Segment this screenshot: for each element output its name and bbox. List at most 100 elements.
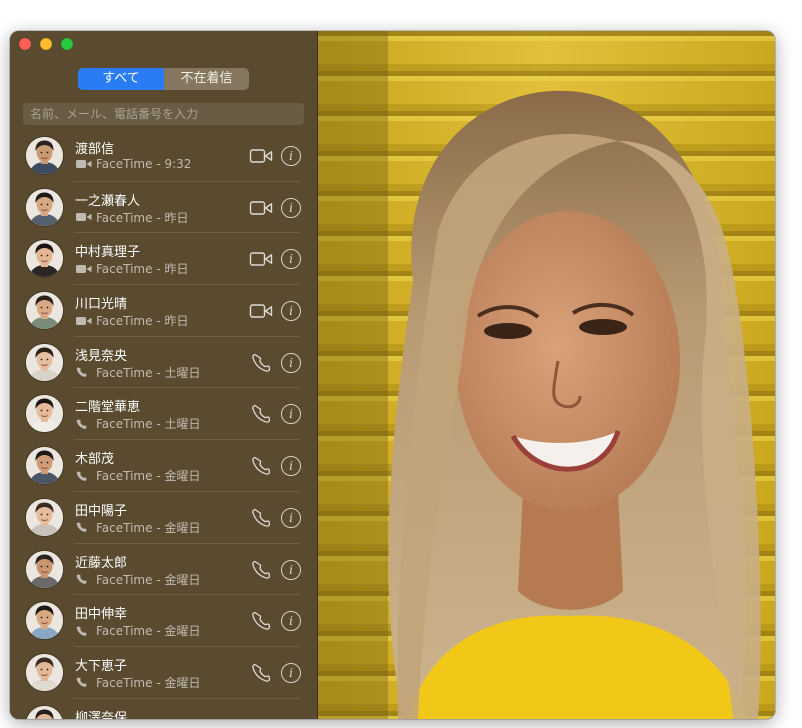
info-icon[interactable]: i [281, 301, 301, 322]
phone-icon [75, 470, 93, 482]
phone-call-icon[interactable] [249, 403, 273, 425]
info-icon[interactable]: i [281, 662, 301, 683]
contact-name: 中村真理子 [75, 245, 141, 261]
call-detail-text: FaceTime - 金曜日 [96, 675, 201, 690]
info-icon[interactable]: i [281, 404, 301, 425]
phone-icon [75, 573, 93, 585]
window-controls [19, 38, 82, 50]
call-row[interactable]: 柳澤奈保 [10, 699, 318, 719]
video-camera-icon [75, 315, 93, 327]
phone-icon [75, 676, 93, 688]
contact-name: 柳澤奈保 [75, 710, 128, 719]
call-row[interactable]: 田中伸幸 FaceTime - 金曜日 i [10, 595, 318, 647]
phone-call-icon[interactable] [249, 662, 273, 684]
phone-call-icon[interactable] [249, 559, 273, 581]
call-detail: FaceTime - 金曜日 [75, 622, 200, 639]
phone-call-icon[interactable] [249, 507, 273, 529]
contact-name: 川口光晴 [75, 297, 128, 313]
video-call-icon[interactable] [249, 248, 273, 270]
avatar [26, 343, 63, 381]
call-row[interactable]: 川口光晴 FaceTime - 昨日 i [10, 285, 318, 337]
close-window-button[interactable] [19, 38, 31, 50]
video-camera-icon [75, 263, 93, 275]
info-icon[interactable]: i [281, 197, 301, 218]
info-icon[interactable]: i [281, 146, 301, 166]
contact-name: 木部茂 [75, 452, 115, 468]
phone-call-icon[interactable] [249, 610, 273, 632]
camera-preview [318, 31, 775, 719]
phone-call-icon[interactable] [249, 352, 273, 374]
call-detail: FaceTime - 昨日 [75, 209, 188, 226]
call-detail-text: FaceTime - 金曜日 [96, 624, 201, 639]
call-filter-segmented-control: すべて 不在着信 [78, 68, 249, 90]
call-row[interactable]: 中村真理子 FaceTime - 昨日 i [10, 233, 318, 285]
info-icon[interactable]: i [281, 352, 301, 373]
info-icon[interactable]: i [281, 611, 301, 632]
avatar [26, 137, 63, 174]
call-row[interactable]: 浅見奈央 FaceTime - 土曜日 i [10, 337, 318, 389]
video-camera-icon [75, 211, 93, 223]
avatar [26, 240, 63, 278]
search-input[interactable] [28, 106, 304, 122]
call-detail-text: FaceTime - 昨日 [96, 210, 189, 225]
contact-name: 二階堂華恵 [75, 400, 141, 416]
phone-call-icon[interactable] [249, 455, 273, 477]
call-row[interactable]: 一之瀬春人 FaceTime - 昨日 i [10, 182, 318, 234]
avatar [26, 550, 63, 588]
call-detail-text: FaceTime - 土曜日 [96, 417, 201, 432]
phone-icon [75, 521, 93, 533]
tab-missed[interactable]: 不在着信 [164, 68, 249, 90]
info-icon[interactable]: i [281, 559, 301, 580]
call-detail: FaceTime - 金曜日 [75, 519, 200, 536]
call-row[interactable]: 渡部信 FaceTime - 9:32 i [10, 130, 318, 182]
call-row[interactable]: 田中陽子 FaceTime - 金曜日 i [10, 492, 318, 544]
contact-name: 近藤太郎 [75, 555, 128, 571]
call-detail: FaceTime - 昨日 [75, 312, 188, 329]
avatar [26, 188, 63, 226]
phone-icon [75, 366, 93, 378]
call-detail: FaceTime - 金曜日 [75, 467, 200, 484]
avatar [26, 447, 63, 485]
video-call-icon[interactable] [249, 197, 273, 219]
phone-icon [75, 418, 93, 430]
recent-calls-list: 渡部信 FaceTime - 9:32 i 一之瀬春人 FaceTime - 昨日 i 中村… [10, 130, 318, 719]
avatar [26, 653, 63, 691]
call-row[interactable]: 二階堂華恵 FaceTime - 土曜日 i [10, 388, 318, 440]
call-row[interactable]: 近藤太郎 FaceTime - 金曜日 i [10, 544, 318, 596]
call-detail-text: FaceTime - 金曜日 [96, 520, 201, 535]
call-detail-text: FaceTime - 金曜日 [96, 469, 201, 484]
tab-all[interactable]: すべて [78, 68, 164, 90]
call-detail: FaceTime - 金曜日 [75, 571, 200, 588]
avatar [26, 292, 63, 330]
contact-name: 大下恵子 [75, 658, 128, 674]
call-detail: FaceTime - 土曜日 [75, 415, 200, 432]
avatar [26, 705, 63, 719]
call-detail: FaceTime - 9:32 [75, 157, 191, 171]
contact-name: 田中陽子 [75, 503, 128, 519]
video-call-icon[interactable] [249, 300, 273, 322]
info-icon[interactable]: i [281, 507, 301, 528]
call-detail: FaceTime - 金曜日 [75, 674, 200, 691]
minimize-window-button[interactable] [40, 38, 52, 50]
contact-name: 浅見奈央 [75, 348, 128, 364]
video-call-icon[interactable] [249, 145, 273, 167]
avatar [26, 395, 63, 433]
call-detail-text: FaceTime - 昨日 [96, 314, 189, 329]
info-icon[interactable]: i [281, 456, 301, 477]
video-camera-icon [75, 158, 93, 170]
info-icon[interactable]: i [281, 249, 301, 270]
avatar [26, 498, 63, 536]
call-detail-text: FaceTime - 昨日 [96, 262, 189, 277]
call-row[interactable]: 木部茂 FaceTime - 金曜日 i [10, 440, 318, 492]
search-field[interactable] [23, 103, 304, 125]
call-detail: FaceTime - 昨日 [75, 260, 188, 277]
avatar [26, 602, 63, 640]
call-row[interactable]: 大下恵子 FaceTime - 金曜日 i [10, 647, 318, 699]
phone-icon [75, 625, 93, 637]
facetime-window: すべて 不在着信 渡部信FaceTime - 9:32i一之瀬春人FaceTim… [10, 31, 775, 719]
contact-name: 一之瀬春人 [75, 193, 141, 209]
call-detail: FaceTime - 土曜日 [75, 364, 200, 381]
call-detail-text: FaceTime - 9:32 [96, 157, 192, 171]
zoom-window-button[interactable] [61, 38, 73, 50]
call-detail-text: FaceTime - 土曜日 [96, 365, 201, 380]
